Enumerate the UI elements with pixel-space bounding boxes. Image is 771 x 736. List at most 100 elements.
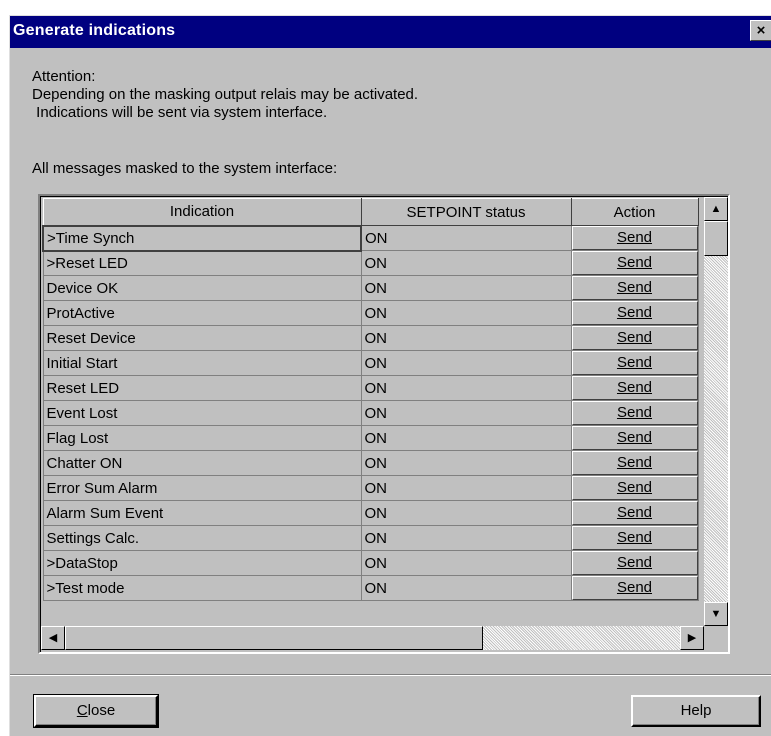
column-header-action[interactable]: Action: [570, 198, 699, 226]
table-row[interactable]: Device OK ON Send: [42, 275, 699, 301]
indication-cell[interactable]: Chatter ON: [42, 450, 362, 476]
table-row[interactable]: Chatter ON ON Send: [42, 450, 699, 476]
action-cell: Send: [570, 400, 699, 426]
action-cell: Send: [570, 350, 699, 376]
action-cell: Send: [570, 500, 699, 526]
action-cell: Send: [570, 275, 699, 301]
help-button-label: Help: [680, 702, 712, 719]
info-text: Indications will be sent via system inte…: [32, 104, 328, 121]
send-button[interactable]: Send: [572, 501, 697, 525]
table-row[interactable]: Event Lost ON Send: [42, 400, 699, 426]
setpoint-status-cell: ON: [360, 275, 572, 301]
action-cell: Send: [570, 525, 699, 551]
setpoint-status-cell: ON: [360, 375, 572, 401]
table-row[interactable]: Error Sum Alarm ON Send: [42, 475, 699, 501]
horizontal-scroll-thumb[interactable]: [65, 626, 483, 650]
table-row[interactable]: Flag Lost ON Send: [42, 425, 699, 451]
table-header-row: Indication SETPOINT status Action: [42, 198, 699, 226]
send-button[interactable]: Send: [572, 376, 697, 400]
send-button[interactable]: Send: [572, 451, 697, 475]
setpoint-status-cell: ON: [360, 500, 572, 526]
indication-cell[interactable]: Error Sum Alarm: [42, 475, 362, 501]
scroll-down-icon[interactable]: ▼: [704, 602, 728, 626]
indication-cell[interactable]: ProtActive: [42, 300, 362, 326]
action-cell: Send: [570, 550, 699, 576]
action-cell: Send: [570, 475, 699, 501]
action-cell: Send: [570, 575, 699, 601]
help-button[interactable]: Help: [631, 695, 761, 727]
vertical-scroll-thumb[interactable]: [704, 221, 728, 256]
table-row[interactable]: Reset Device ON Send: [42, 325, 699, 351]
warning-text: Depending on the masking output relais m…: [32, 86, 419, 103]
indication-cell[interactable]: >Time Synch: [42, 224, 362, 252]
send-button[interactable]: Send: [572, 426, 697, 450]
table-row[interactable]: >Test mode ON Send: [42, 575, 699, 601]
indications-table-frame: Indication SETPOINT status Action >Time …: [38, 194, 730, 654]
setpoint-status-cell: ON: [360, 550, 572, 576]
table-row[interactable]: Settings Calc. ON Send: [42, 525, 699, 551]
close-button[interactable]: Close: [33, 694, 159, 728]
indication-cell[interactable]: Flag Lost: [42, 425, 362, 451]
indication-cell[interactable]: Device OK: [42, 275, 362, 301]
indication-cell[interactable]: Initial Start: [42, 350, 362, 376]
setpoint-status-cell: ON: [360, 475, 572, 501]
table-row[interactable]: >DataStop ON Send: [42, 550, 699, 576]
action-cell: Send: [570, 300, 699, 326]
action-cell: Send: [570, 450, 699, 476]
send-button[interactable]: Send: [572, 351, 697, 375]
setpoint-status-cell: ON: [360, 225, 572, 251]
list-caption: All messages masked to the system interf…: [32, 160, 338, 177]
column-header-indication[interactable]: Indication: [42, 198, 362, 226]
title-bar[interactable]: Generate indications ×: [10, 16, 771, 48]
scroll-up-icon[interactable]: ▲: [704, 197, 728, 221]
action-cell: Send: [570, 425, 699, 451]
send-button[interactable]: Send: [572, 301, 697, 325]
indication-cell[interactable]: >Reset LED: [42, 250, 362, 276]
indication-cell[interactable]: Event Lost: [42, 400, 362, 426]
scroll-left-icon[interactable]: ◀: [41, 626, 65, 650]
window-title: Generate indications: [13, 22, 176, 39]
send-button[interactable]: Send: [572, 226, 697, 250]
action-cell: Send: [570, 325, 699, 351]
setpoint-status-cell: ON: [360, 525, 572, 551]
send-button[interactable]: Send: [572, 276, 697, 300]
setpoint-status-cell: ON: [360, 450, 572, 476]
action-cell: Send: [570, 225, 699, 251]
table-row[interactable]: Initial Start ON Send: [42, 350, 699, 376]
send-button[interactable]: Send: [572, 576, 697, 600]
setpoint-status-cell: ON: [360, 425, 572, 451]
table-row[interactable]: ProtActive ON Send: [42, 300, 699, 326]
send-button[interactable]: Send: [572, 551, 697, 575]
close-button-label: Close: [76, 702, 116, 719]
indications-table: Indication SETPOINT status Action >Time …: [40, 196, 728, 652]
action-cell: Send: [570, 250, 699, 276]
vertical-scrollbar[interactable]: ▲ ▼: [704, 197, 728, 626]
indication-cell[interactable]: Reset Device: [42, 325, 362, 351]
indication-cell[interactable]: Settings Calc.: [42, 525, 362, 551]
column-header-setpoint-status[interactable]: SETPOINT status: [360, 198, 572, 226]
send-button[interactable]: Send: [572, 326, 697, 350]
horizontal-scrollbar[interactable]: ◀ ▶: [41, 626, 704, 650]
setpoint-status-cell: ON: [360, 325, 572, 351]
send-button[interactable]: Send: [572, 476, 697, 500]
indications-grid: Indication SETPOINT status Action >Time …: [42, 198, 699, 601]
setpoint-status-cell: ON: [360, 400, 572, 426]
indication-cell[interactable]: >DataStop: [42, 550, 362, 576]
close-icon[interactable]: ×: [750, 20, 771, 41]
send-button[interactable]: Send: [572, 526, 697, 550]
send-button[interactable]: Send: [572, 401, 697, 425]
table-row[interactable]: Alarm Sum Event ON Send: [42, 500, 699, 526]
indication-cell[interactable]: >Test mode: [42, 575, 362, 601]
table-row[interactable]: >Reset LED ON Send: [42, 250, 699, 276]
table-row[interactable]: Reset LED ON Send: [42, 375, 699, 401]
setpoint-status-cell: ON: [360, 300, 572, 326]
table-row[interactable]: >Time Synch ON Send: [42, 224, 699, 252]
send-button[interactable]: Send: [572, 251, 697, 275]
indication-cell[interactable]: Reset LED: [42, 375, 362, 401]
scrollbar-corner: [704, 626, 728, 650]
indication-cell[interactable]: Alarm Sum Event: [42, 500, 362, 526]
setpoint-status-cell: ON: [360, 250, 572, 276]
setpoint-status-cell: ON: [360, 350, 572, 376]
separator: [10, 674, 771, 676]
scroll-right-icon[interactable]: ▶: [680, 626, 704, 650]
